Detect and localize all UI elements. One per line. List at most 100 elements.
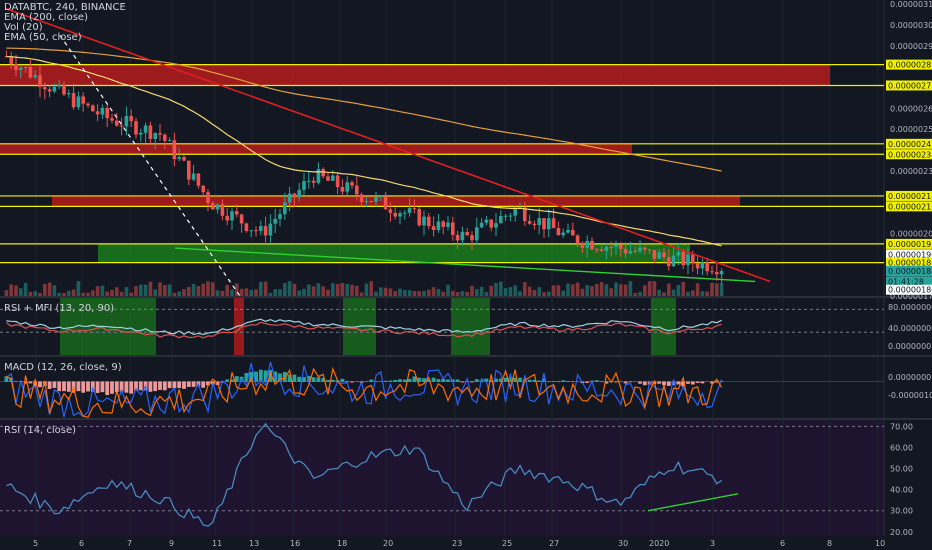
macd-histogram-bar [690, 381, 695, 385]
volume-bar [374, 291, 378, 296]
candle-body [259, 226, 263, 231]
candle-body [340, 187, 345, 192]
volume-bar [283, 283, 287, 296]
candle-body [67, 93, 71, 95]
volume-bar [595, 283, 599, 296]
candle-body [359, 194, 364, 202]
candle-body [470, 235, 474, 241]
candle-body [556, 228, 561, 236]
macd-histogram-bar [446, 379, 450, 382]
volume-bar [14, 285, 18, 296]
macd-histogram-bar [686, 381, 690, 384]
volume-bar [695, 283, 700, 296]
volume-bar [311, 286, 316, 296]
price-tag-label: 0.00000243 [888, 140, 932, 149]
candle-body [273, 218, 277, 224]
candle-body [335, 175, 340, 188]
macd-histogram-bar [398, 379, 402, 382]
candle-body [590, 240, 594, 250]
macd-histogram-bar [191, 381, 196, 387]
candle-body [19, 67, 23, 70]
candle-body [115, 120, 119, 126]
candle-body [287, 193, 292, 203]
volume-bar [623, 284, 628, 296]
candle-body [134, 121, 138, 135]
candle-body [494, 223, 498, 228]
candle-body [455, 234, 460, 241]
time-tick-label: 25 [502, 539, 512, 548]
candle-body [489, 219, 493, 228]
volume-bar [619, 284, 623, 296]
macd-tick: 0.0000000 [888, 373, 931, 382]
price-tick-label: 0.00000260 [890, 104, 932, 113]
volume-bar [259, 281, 263, 296]
macd-histogram-bar [364, 381, 369, 382]
macd-histogram-bar [201, 381, 206, 388]
volume-bar [431, 287, 436, 296]
candle-body [105, 107, 109, 119]
candle-body [379, 196, 383, 198]
volume-bar [609, 288, 613, 296]
candle-body [451, 222, 455, 235]
candle-body [230, 211, 234, 221]
macd-histogram-bar [503, 377, 508, 382]
zone-red-2 [52, 195, 740, 207]
volume-bar [455, 292, 460, 296]
time-tick-label: 10 [875, 539, 885, 548]
rsi-label: RSI (14, close) [4, 425, 77, 436]
candle-body [643, 247, 647, 250]
macd-histogram-bar [38, 381, 42, 388]
candle-body [292, 193, 297, 198]
candle-body [638, 247, 642, 252]
volume-bar [686, 291, 690, 296]
candle-body [503, 215, 508, 217]
candle-body [614, 244, 618, 248]
macd-histogram-bar [225, 379, 230, 382]
volume-bar [268, 292, 273, 296]
macd-histogram-bar [66, 381, 71, 392]
volume-bar [412, 291, 417, 296]
volume-bar [436, 288, 441, 296]
macd-histogram-bar [460, 381, 465, 383]
volume-bar [340, 282, 345, 296]
candle-body [691, 254, 695, 264]
macd-histogram-bar [100, 381, 105, 393]
volume-bar [211, 282, 215, 296]
volume-bar [23, 282, 28, 296]
macd-histogram-bar [297, 376, 302, 382]
time-tick-label: 23 [452, 539, 462, 548]
volume-bar [479, 286, 484, 296]
macd-histogram-bar [705, 381, 710, 382]
volume-bar [278, 289, 282, 296]
macd-histogram-bar [95, 381, 100, 393]
candle-body [647, 249, 652, 251]
candle-body [412, 208, 417, 210]
time-tick-label: 6 [780, 539, 785, 548]
candle-body [172, 140, 177, 160]
candle-body [321, 169, 325, 177]
macd-histogram-bar [393, 379, 398, 382]
chart-canvas[interactable]: 0.00000310 0.00000300 0.00000290 0.00000260… [0, 0, 932, 550]
price-tick-label: 0.00000290 [890, 42, 932, 51]
volume-bar [9, 284, 13, 296]
volume-bar [62, 292, 66, 296]
volume-bar [47, 282, 52, 296]
macd-histogram-bar [561, 380, 566, 382]
candle-body [686, 254, 690, 266]
volume-bar [33, 291, 37, 296]
candle-body [710, 271, 714, 273]
candle-body [407, 208, 412, 213]
macd-histogram-bar [350, 381, 354, 383]
volume-bar [628, 281, 633, 296]
volume-bar [571, 284, 575, 296]
volume-bar [700, 291, 705, 296]
candle-body [139, 132, 143, 135]
time-tick-label: 30 [618, 539, 628, 548]
rsi-tick: 20.00 [890, 528, 913, 537]
volume-bar [614, 282, 618, 296]
candle-body [355, 185, 359, 195]
rsi-mfi-tick: 40.0000000 [888, 324, 932, 333]
candle-body [235, 211, 239, 215]
candle-body [33, 75, 37, 78]
macd-histogram-bar [76, 381, 81, 392]
